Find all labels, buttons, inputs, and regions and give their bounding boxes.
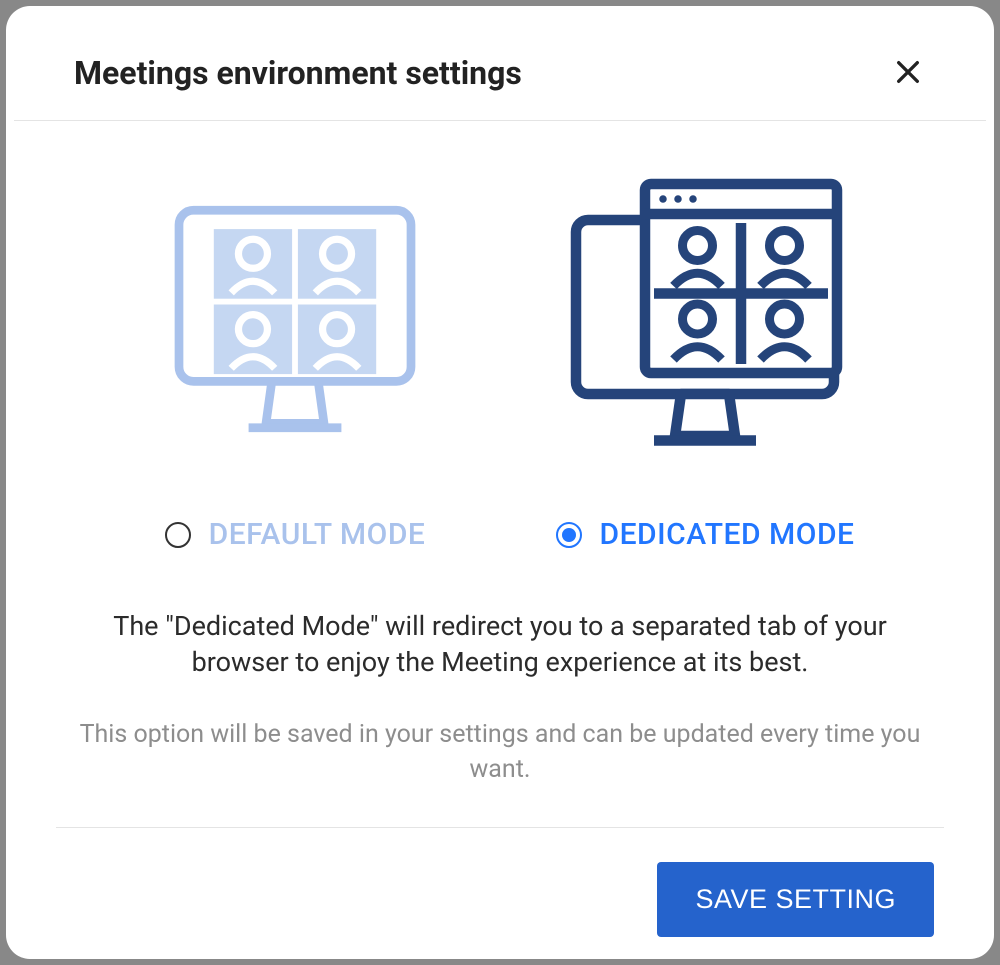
option-dedicated-radio-row: DEDICATED MODE bbox=[556, 517, 855, 552]
option-default-mode[interactable]: DEFAULT MODE bbox=[145, 169, 445, 552]
option-dedicated-label: DEDICATED MODE bbox=[600, 517, 855, 552]
dedicated-mode-illustration-icon bbox=[555, 169, 855, 469]
modal-title: Meetings environment settings bbox=[74, 54, 522, 92]
mode-options: DEFAULT MODE bbox=[145, 169, 855, 552]
mode-subnote: This option will be saved in your settin… bbox=[65, 717, 935, 787]
close-button[interactable] bbox=[890, 55, 926, 91]
option-default-radio-row: DEFAULT MODE bbox=[165, 517, 426, 552]
modal-header: Meetings environment settings bbox=[14, 6, 986, 121]
mode-description: The "Dedicated Mode" will redirect you t… bbox=[65, 608, 935, 681]
close-icon bbox=[894, 58, 922, 89]
save-setting-button[interactable]: SAVE SETTING bbox=[657, 862, 934, 937]
modal-footer: SAVE SETTING bbox=[56, 827, 944, 959]
radio-selected-icon bbox=[556, 522, 582, 548]
modal-body: DEFAULT MODE bbox=[6, 121, 994, 787]
default-mode-illustration-icon bbox=[145, 169, 445, 469]
radio-unselected-icon bbox=[165, 522, 191, 548]
option-dedicated-mode[interactable]: DEDICATED MODE bbox=[555, 169, 855, 552]
option-default-label: DEFAULT MODE bbox=[209, 517, 426, 552]
settings-modal: Meetings environment settings bbox=[6, 6, 994, 959]
